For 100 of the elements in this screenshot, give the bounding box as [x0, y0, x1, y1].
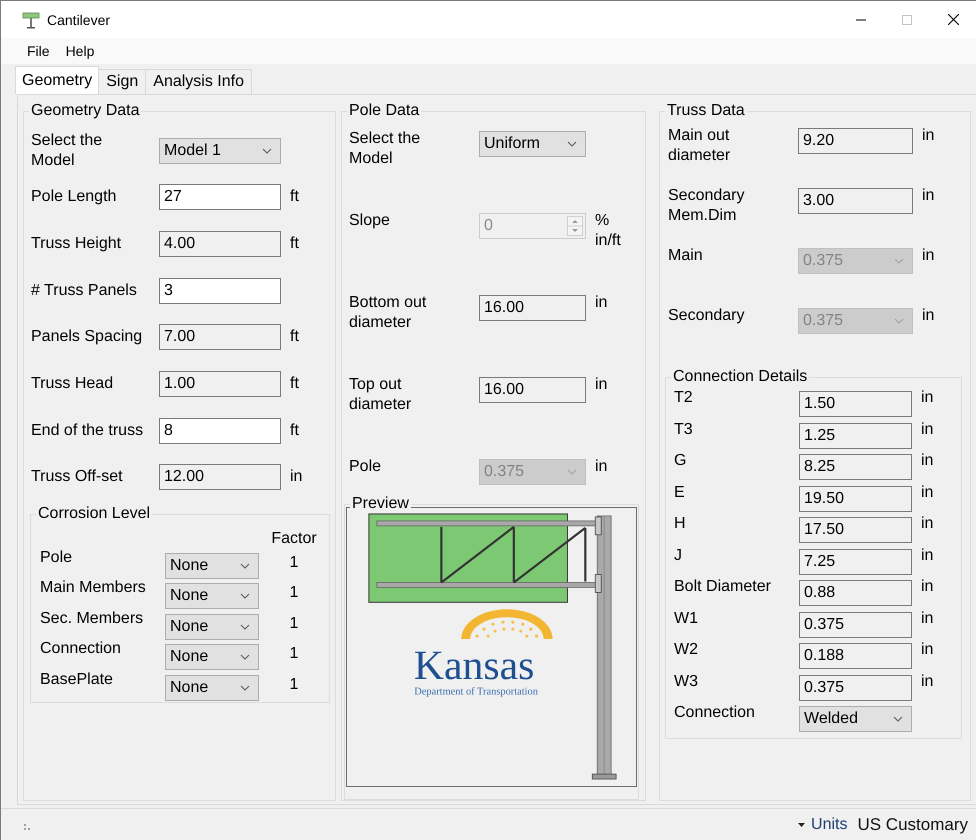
- factor-value: 1: [288, 674, 300, 695]
- input-field[interactable]: 9.20: [798, 128, 913, 154]
- unit-label: in: [920, 451, 934, 472]
- caret-icon: [798, 822, 806, 826]
- chevron-icon: [262, 148, 272, 154]
- chevron-icon: [567, 469, 577, 475]
- status-text: US Customary: [857, 814, 968, 834]
- field-label: Bottom out diameter: [349, 293, 428, 333]
- dropdown[interactable]: Model 1: [159, 138, 281, 164]
- dropdown[interactable]: None: [165, 644, 259, 670]
- chevron-icon: [567, 141, 577, 147]
- input-field[interactable]: 8: [159, 418, 281, 444]
- chevron-icon: [240, 624, 250, 630]
- field-label: Main Members: [40, 578, 147, 598]
- field-label: Sec. Members: [40, 608, 144, 629]
- unit-label: ft: [289, 420, 300, 441]
- sign-post-icon: [21, 10, 41, 28]
- field-label: Select the Model: [31, 131, 104, 171]
- dropdown[interactable]: None: [165, 674, 259, 701]
- input-field[interactable]: 4.00: [159, 230, 281, 257]
- unit-label: % in/ft: [594, 211, 622, 251]
- input-field[interactable]: 7.00: [159, 324, 281, 350]
- window-title: Cantilever: [47, 12, 112, 28]
- field-label: End of the truss: [31, 420, 144, 441]
- field-label: BasePlate: [40, 670, 114, 690]
- unit-label: in: [921, 246, 936, 266]
- field-label: W1: [674, 608, 699, 629]
- field-label: H: [674, 514, 687, 534]
- input-field[interactable]: 0.88: [799, 580, 912, 606]
- group-title: Geometry Data: [29, 102, 142, 120]
- input-field[interactable]: 1.00: [159, 370, 281, 397]
- field-label: Truss Off-set: [31, 467, 124, 488]
- close-icon: [948, 14, 958, 25]
- menu-item[interactable]: Help: [58, 43, 102, 59]
- chevron-icon: [893, 716, 903, 722]
- field-label: W2: [674, 640, 699, 660]
- unit-label: in: [594, 375, 608, 395]
- unit-label: in: [920, 546, 934, 566]
- field-label: Pole: [349, 457, 382, 477]
- chevron-icon: [894, 258, 904, 264]
- field-label: Top out diameter: [349, 375, 412, 415]
- input-field[interactable]: 7.25: [799, 548, 912, 575]
- dropdown[interactable]: Welded: [799, 706, 912, 732]
- field-label: Truss Head: [31, 374, 114, 394]
- input-field[interactable]: 8.25: [799, 454, 912, 480]
- input-field[interactable]: 0.188: [799, 643, 912, 670]
- unit-label: in: [920, 420, 934, 440]
- unit-label: in: [920, 672, 934, 692]
- unit-label: in: [920, 608, 934, 629]
- units-dropdown[interactable]: Units: [794, 816, 852, 834]
- unit-label: in: [594, 457, 608, 477]
- field-label: Bolt Diameter: [674, 577, 772, 598]
- dropdown[interactable]: Uniform: [479, 131, 586, 157]
- dropdown[interactable]: None: [165, 583, 259, 610]
- unit-label: in: [921, 306, 936, 326]
- chevron-icon: [240, 654, 250, 660]
- unit-label: in: [289, 467, 304, 488]
- field-label: Slope: [349, 211, 391, 231]
- input-field[interactable]: 16.00: [479, 295, 586, 321]
- input-field[interactable]: 17.50: [799, 517, 912, 544]
- input-field[interactable]: 3: [159, 278, 281, 304]
- unit-label: ft: [289, 187, 300, 208]
- unit-label: in: [920, 577, 934, 598]
- input-field[interactable]: 27: [159, 184, 281, 210]
- input-field[interactable]: 12.00: [159, 464, 281, 490]
- field-label: Connection: [674, 703, 756, 724]
- unit-label: in: [920, 388, 934, 408]
- factor-value: 1: [288, 583, 300, 604]
- dropdown[interactable]: None: [165, 552, 259, 579]
- unit-label: ft: [289, 234, 300, 254]
- unit-label: in: [920, 640, 934, 660]
- maximize-icon: [902, 14, 912, 24]
- field-label: # Truss Panels: [31, 280, 138, 301]
- input-field[interactable]: 3.00: [798, 188, 913, 214]
- field-label: Select the Model: [349, 129, 422, 169]
- input-field[interactable]: 1.25: [799, 422, 912, 449]
- input-field[interactable]: 1.50: [799, 391, 912, 417]
- tab[interactable]: Geometry: [15, 66, 100, 94]
- field-label: Panels Spacing: [31, 327, 144, 348]
- field-label: T3: [674, 420, 694, 440]
- tab[interactable]: Analysis Info: [145, 69, 252, 94]
- input-field[interactable]: 19.50: [799, 486, 912, 512]
- unit-label: in: [921, 186, 936, 206]
- menu-item[interactable]: File: [19, 43, 58, 59]
- dropdown[interactable]: None: [165, 614, 259, 640]
- field-label: Main: [668, 246, 704, 266]
- unit-label: ft: [289, 374, 300, 394]
- unit-label: in: [921, 126, 936, 146]
- field-label: Main out diameter: [668, 126, 732, 166]
- unit-label: in: [920, 482, 934, 503]
- input-field[interactable]: 0.375: [799, 612, 912, 638]
- factor-value: 1: [288, 644, 300, 664]
- input-field[interactable]: 16.00: [479, 377, 586, 403]
- input-field[interactable]: 0.375: [799, 674, 912, 701]
- field-label: T2: [674, 388, 694, 408]
- field-label: Pole Length: [31, 187, 118, 208]
- field-label: W3: [674, 672, 699, 692]
- chevron-icon: [894, 318, 904, 324]
- logo-subtitle: Department of Transportation: [414, 686, 538, 698]
- field-label: Pole: [40, 548, 74, 568]
